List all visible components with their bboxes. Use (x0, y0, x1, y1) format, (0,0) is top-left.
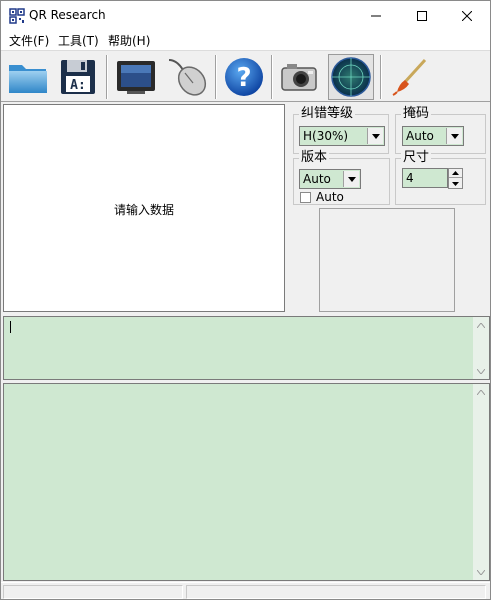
ecc-select[interactable]: H(30%) (299, 126, 385, 146)
spin-down-icon[interactable] (449, 179, 462, 188)
scan-button[interactable] (328, 54, 374, 100)
toolbar-separator (215, 55, 217, 99)
save-floppy-icon: A: (61, 60, 95, 94)
brush-icon (392, 58, 427, 96)
chevron-down-icon[interactable] (343, 171, 359, 187)
size-spinner[interactable]: 4 (402, 168, 463, 189)
vertical-scrollbar[interactable] (473, 384, 489, 580)
size-label: 尺寸 (401, 150, 432, 166)
window-title: QR Research (29, 8, 106, 22)
minimize-icon (371, 15, 381, 16)
mask-label: 掩码 (401, 106, 432, 122)
svg-text:A:: A: (70, 78, 86, 93)
ecc-value: H(30%) (303, 129, 349, 143)
version-auto-checkbox[interactable] (300, 192, 311, 203)
data-input-area[interactable]: 请输入数据 (3, 104, 285, 312)
toolbar-separator (380, 55, 382, 99)
help-icon: ? (225, 58, 263, 96)
version-select[interactable]: Auto (299, 169, 361, 189)
version-auto-label: Auto (316, 190, 344, 204)
radar-icon (331, 57, 371, 97)
status-cell (3, 585, 183, 599)
close-button[interactable] (444, 1, 490, 30)
mask-group: 掩码 Auto (395, 106, 486, 154)
help-button[interactable]: ? (221, 54, 267, 100)
mouse-icon (168, 59, 207, 96)
vertical-scrollbar[interactable] (473, 317, 489, 379)
mask-value: Auto (406, 129, 434, 143)
mask-select[interactable]: Auto (402, 126, 464, 146)
qr-preview (319, 208, 455, 312)
title-bar: QR Research (1, 1, 490, 30)
scroll-up-icon[interactable] (473, 317, 489, 333)
menu-help[interactable]: 帮助(H) (108, 32, 150, 49)
qr-app-icon (9, 8, 25, 24)
svg-text:?: ? (236, 63, 251, 93)
scroll-down-icon[interactable] (473, 363, 489, 379)
scroll-up-icon[interactable] (473, 384, 489, 400)
version-value: Auto (303, 172, 331, 186)
size-group: 尺寸 4 (395, 150, 486, 205)
ecc-group: 纠错等级 H(30%) (293, 106, 389, 154)
minimize-button[interactable] (353, 1, 399, 30)
settings-panel: 纠错等级 H(30%) 掩码 Auto 版本 Auto Auto 尺寸 4 (287, 104, 490, 312)
open-button[interactable] (5, 54, 51, 100)
spin-up-icon[interactable] (449, 169, 462, 178)
camera-button[interactable] (276, 54, 322, 100)
log-textarea[interactable] (3, 383, 490, 581)
toolbar: A: ? (1, 50, 490, 102)
size-value: 4 (406, 171, 414, 185)
menu-file[interactable]: 文件(F) (9, 32, 49, 49)
menu-tools[interactable]: 工具(T) (58, 32, 99, 49)
version-label: 版本 (299, 150, 330, 166)
chevron-down-icon[interactable] (367, 128, 383, 144)
open-folder-icon (9, 65, 47, 93)
text-caret (10, 321, 11, 333)
chevron-down-icon[interactable] (446, 128, 462, 144)
toolbar-separator (106, 55, 108, 99)
status-cell (186, 585, 486, 599)
output-textarea[interactable] (3, 316, 490, 380)
maximize-icon (417, 10, 427, 21)
status-bar (1, 582, 490, 599)
version-auto-checkbox-row[interactable]: Auto (300, 190, 360, 205)
scroll-down-icon[interactable] (473, 564, 489, 580)
ecc-label: 纠错等级 (299, 106, 356, 122)
save-button[interactable]: A: (55, 54, 101, 100)
app-window: QR Research 文件(F) 工具(T) 帮助(H) A: ? 请输入数据… (0, 0, 491, 600)
display-button[interactable] (113, 54, 159, 100)
input-hint: 请输入数据 (113, 203, 174, 217)
mouse-button[interactable] (164, 54, 210, 100)
menu-bar: 文件(F) 工具(T) 帮助(H) (1, 30, 490, 50)
camera-icon (281, 64, 317, 91)
version-group: 版本 Auto Auto (293, 150, 390, 205)
maximize-button[interactable] (399, 1, 445, 30)
toolbar-separator (271, 55, 273, 99)
close-icon (462, 10, 472, 21)
size-spin-buttons (448, 168, 463, 189)
brush-button[interactable] (386, 54, 432, 100)
monitor-icon (117, 61, 155, 94)
